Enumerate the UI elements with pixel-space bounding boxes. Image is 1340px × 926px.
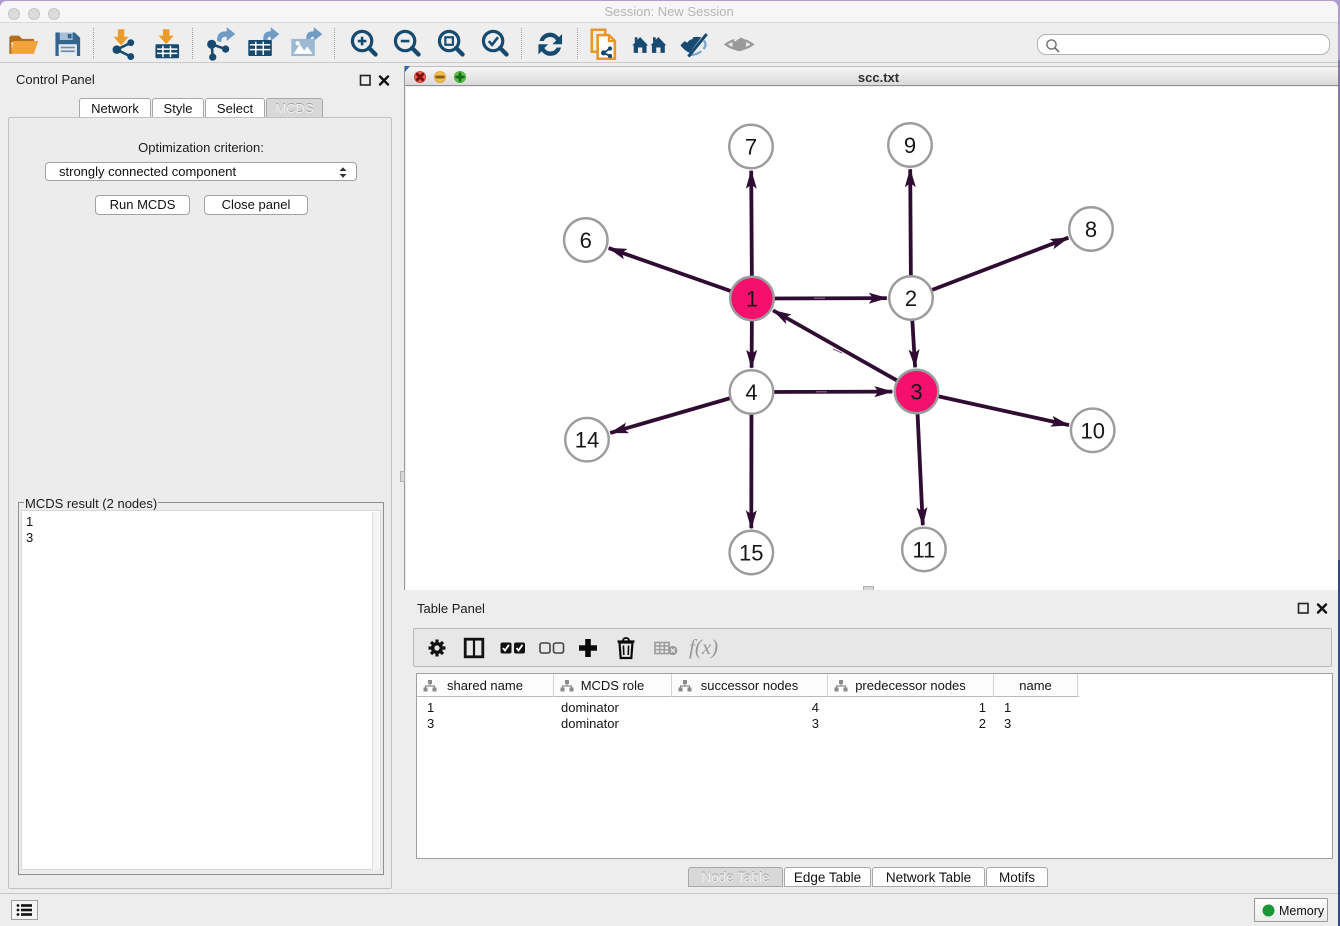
svg-text:11: 11 — [912, 537, 935, 562]
svg-text:15: 15 — [739, 541, 763, 566]
svg-text:8: 8 — [1085, 217, 1097, 242]
svg-text:7: 7 — [745, 135, 757, 160]
svg-text:3: 3 — [910, 380, 922, 405]
svg-text:10: 10 — [1080, 418, 1104, 443]
svg-text:14: 14 — [575, 428, 599, 453]
svg-text:1: 1 — [746, 287, 758, 312]
svg-text:2: 2 — [905, 286, 917, 311]
svg-text:6: 6 — [580, 228, 592, 253]
svg-text:4: 4 — [745, 380, 757, 405]
svg-text:9: 9 — [904, 133, 916, 158]
